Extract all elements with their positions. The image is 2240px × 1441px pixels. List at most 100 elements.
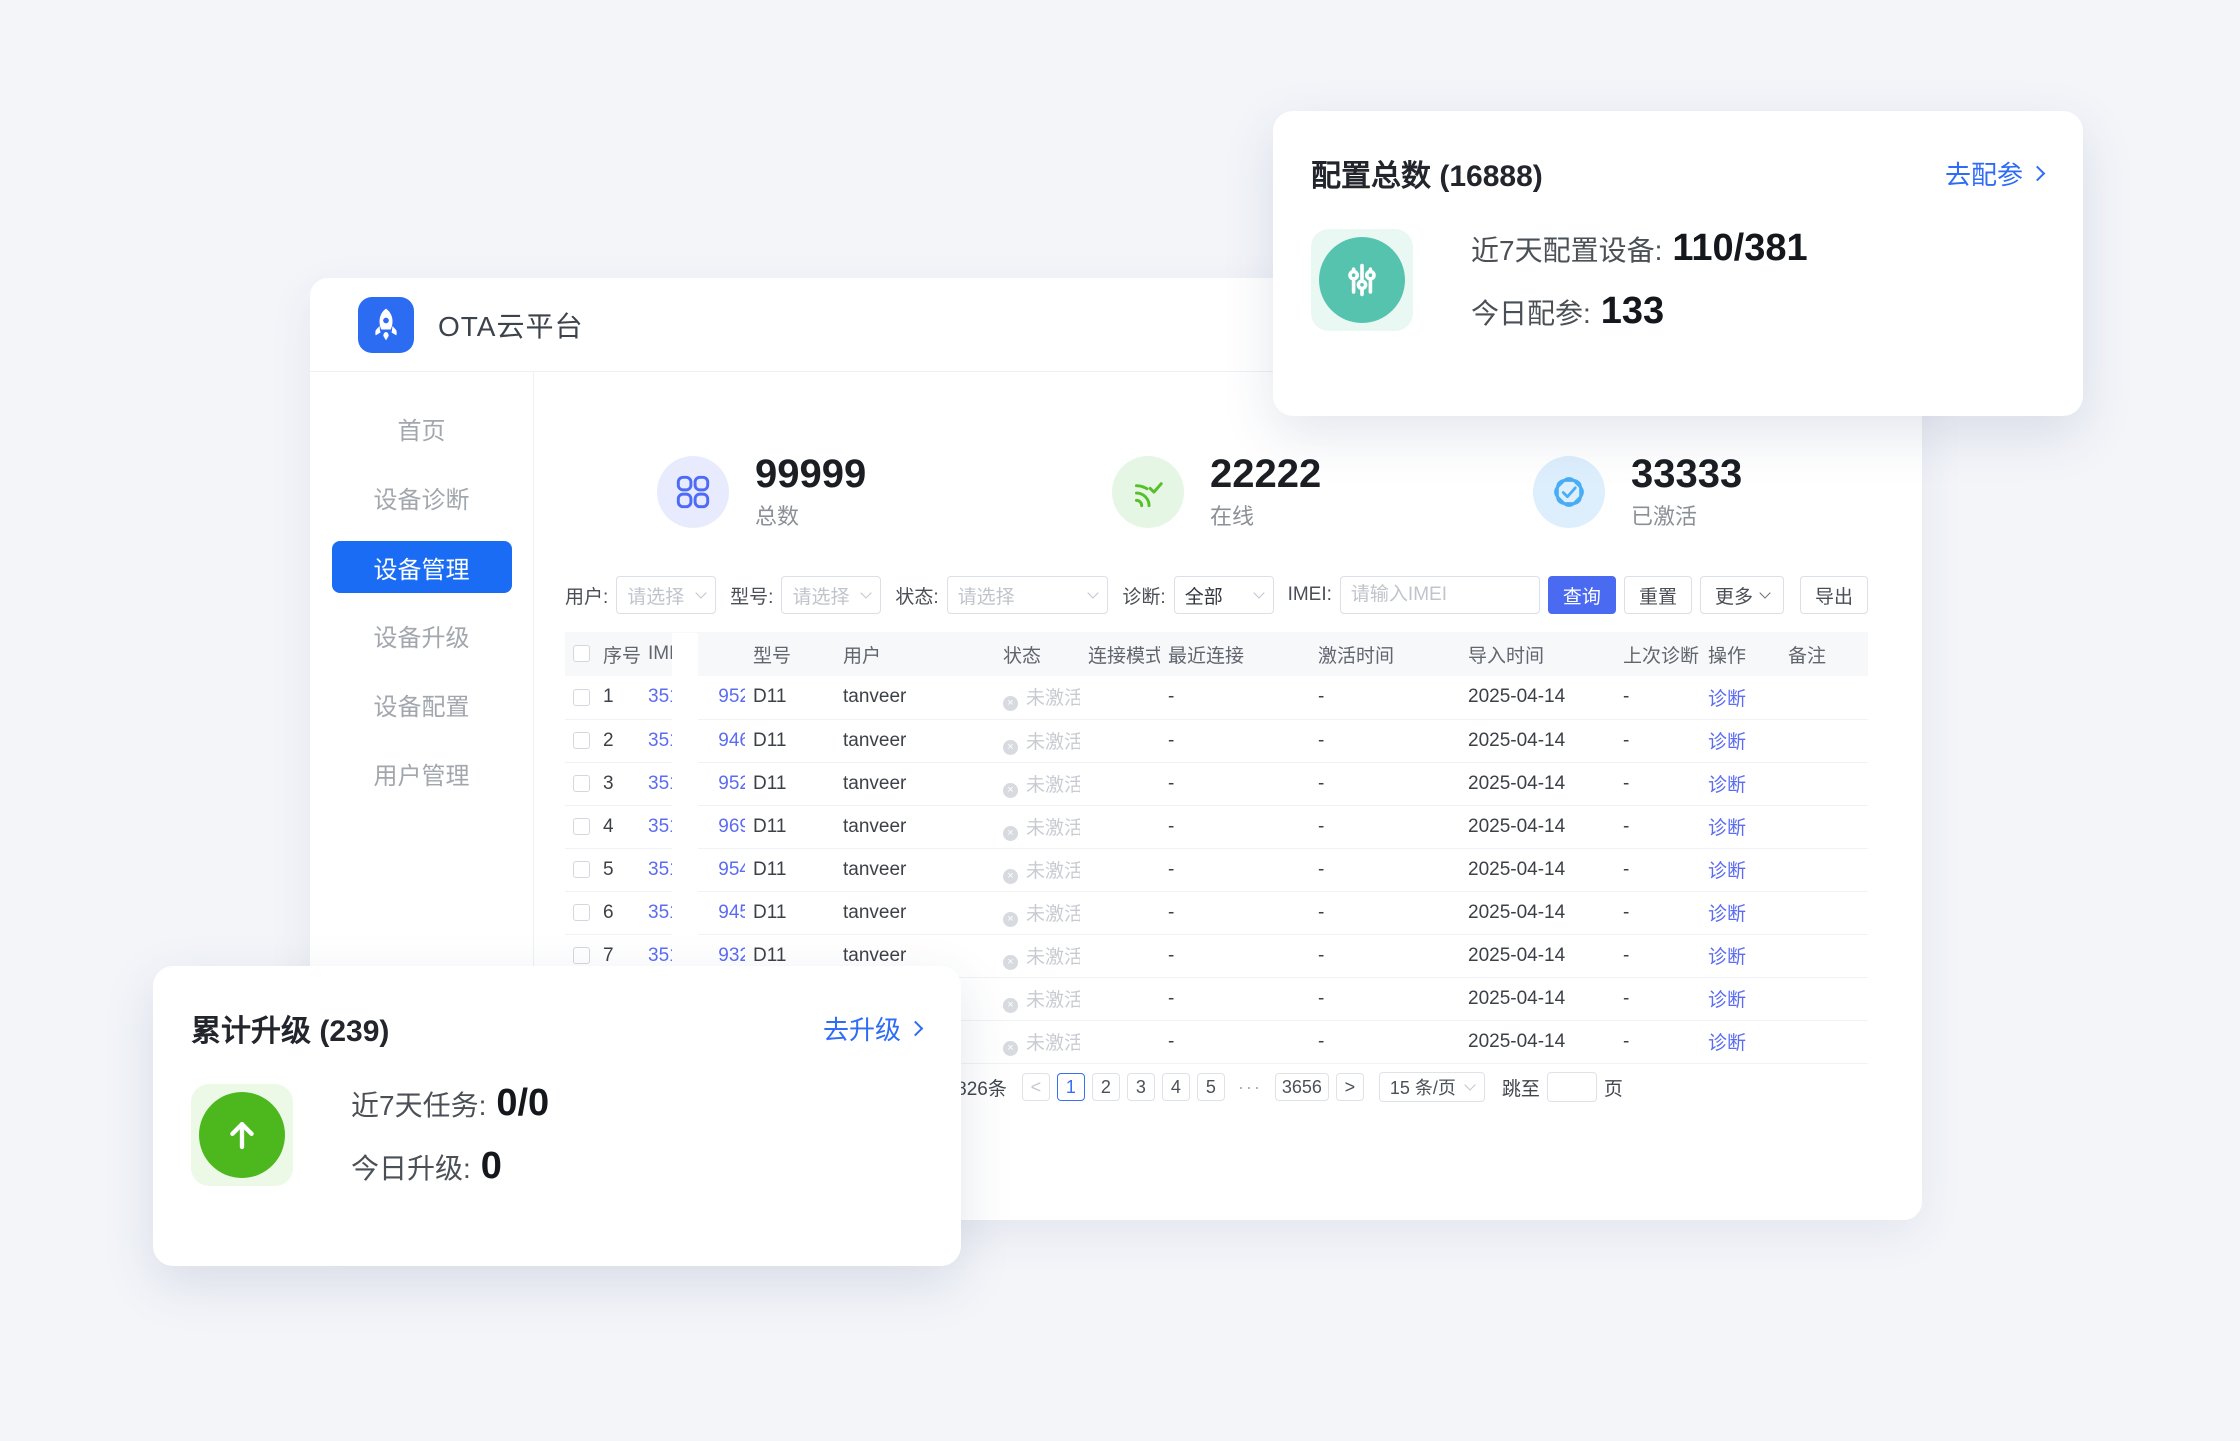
reset-button[interactable]: 重置 — [1624, 576, 1692, 614]
row-checkbox[interactable] — [573, 689, 590, 706]
inactive-dot-icon — [1003, 955, 1018, 970]
diagnosis-filter-label: 诊断: — [1122, 582, 1165, 609]
page-button-3[interactable]: 3 — [1127, 1073, 1155, 1101]
config-7day-value: 110/381 — [1672, 227, 1807, 270]
col-last-diag: 上次诊断 — [1615, 632, 1700, 676]
status-badge: 未激活 — [995, 1020, 1080, 1063]
sliders-icon — [1319, 237, 1405, 323]
sidebar-item-home[interactable]: 首页 — [310, 394, 533, 463]
diagnose-link[interactable]: 诊断 — [1708, 775, 1746, 796]
config-total-card: 配置总数 (16888) 去配参 近7天配置设备: 110/3 — [1273, 111, 2083, 416]
inactive-dot-icon — [1003, 783, 1018, 798]
user-select[interactable]: 请选择 — [616, 576, 716, 614]
status-badge: 未激活 — [995, 805, 1080, 848]
diagnosis-select[interactable]: 全部 — [1174, 576, 1274, 614]
row-checkbox[interactable] — [573, 947, 590, 964]
status-badge: 未激活 — [995, 977, 1080, 1020]
ellipsis-icon: ··· — [1232, 1073, 1268, 1101]
diagnose-link[interactable]: 诊断 — [1708, 732, 1746, 753]
app-grid-icon — [657, 456, 729, 528]
diagnose-link[interactable]: 诊断 — [1708, 947, 1746, 968]
inactive-dot-icon — [1003, 998, 1018, 1013]
chevron-down-icon — [695, 587, 706, 598]
col-status: 状态 — [995, 632, 1080, 676]
page-button-1[interactable]: 1 — [1057, 1073, 1085, 1101]
stat-online: 22222 在线 — [1112, 452, 1321, 531]
col-conn-mode: 连接模式 — [1080, 632, 1160, 676]
more-button[interactable]: 更多 — [1700, 576, 1784, 614]
jump-to-input[interactable] — [1547, 1072, 1597, 1102]
stat-online-value: 22222 — [1210, 452, 1321, 496]
table-header-row: 序号 IMEI 型号 用户 状态 连接模式 最近连接 激活时间 导入时间 上次诊… — [565, 632, 1868, 676]
page-button-3656[interactable]: 3656 — [1275, 1073, 1329, 1101]
jump-to-label: 跳至 — [1502, 1074, 1540, 1101]
col-remark: 备注 — [1780, 632, 1868, 676]
chevron-right-icon — [908, 1021, 924, 1037]
inactive-dot-icon — [1003, 826, 1018, 841]
sidebar-item-device-upgrade[interactable]: 设备升级 — [310, 601, 533, 670]
stat-total-value: 99999 — [755, 452, 866, 496]
status-badge: 未激活 — [995, 934, 1080, 977]
imei-link[interactable]: 9453... — [718, 902, 745, 923]
row-checkbox[interactable] — [573, 818, 590, 835]
export-button[interactable]: 导出 — [1800, 576, 1868, 614]
stat-activated-value: 33333 — [1631, 452, 1742, 496]
go-upgrade-link[interactable]: 去升级 — [823, 1010, 921, 1047]
imei-link[interactable]: 9694... — [718, 816, 745, 837]
row-checkbox[interactable] — [573, 861, 590, 878]
imei-input[interactable] — [1340, 576, 1540, 614]
table-row: 135199526...D11tanveer未激活--2025-04-14-诊断 — [565, 676, 1868, 719]
rocket-icon — [366, 305, 406, 345]
diagnose-link[interactable]: 诊断 — [1708, 861, 1746, 882]
imei-link[interactable]: 9546... — [718, 859, 745, 880]
col-seq: 序号 — [595, 632, 640, 676]
page-unit-label: 页 — [1604, 1074, 1623, 1101]
chevron-down-icon — [1759, 587, 1770, 598]
select-all-checkbox[interactable] — [573, 645, 590, 662]
diagnose-link[interactable]: 诊断 — [1708, 990, 1746, 1011]
pagination: 共54826条 < 1 2 3 4 5 ··· 3656 > 15 条/页 跳至… — [916, 1072, 1623, 1102]
status-badge: 未激活 — [995, 848, 1080, 891]
sliders-icon-tile — [1311, 229, 1413, 331]
next-page-button[interactable]: > — [1336, 1073, 1364, 1101]
upgrade-today-label: 今日升级: — [351, 1147, 471, 1187]
row-checkbox[interactable] — [573, 775, 590, 792]
chevron-right-icon — [2030, 166, 2046, 182]
signal-check-icon — [1112, 456, 1184, 528]
imei-link[interactable]: 9526... — [718, 686, 745, 707]
status-badge: 未激活 — [995, 891, 1080, 934]
page-button-2[interactable]: 2 — [1092, 1073, 1120, 1101]
sidebar-item-device-config[interactable]: 设备配置 — [310, 670, 533, 739]
diagnose-link[interactable]: 诊断 — [1708, 689, 1746, 710]
go-configure-link[interactable]: 去配参 — [1945, 155, 2043, 192]
prev-page-button[interactable]: < — [1022, 1073, 1050, 1101]
search-button[interactable]: 查询 — [1548, 576, 1616, 614]
page-button-5[interactable]: 5 — [1197, 1073, 1225, 1101]
table-row: 635199453...D11tanveer未激活--2025-04-14-诊断 — [565, 891, 1868, 934]
sidebar-item-user-management[interactable]: 用户管理 — [310, 739, 533, 808]
imei-link[interactable]: 9464... — [718, 730, 745, 751]
diagnose-link[interactable]: 诊断 — [1708, 818, 1746, 839]
chevron-down-icon — [1464, 1079, 1475, 1090]
arrow-up-icon — [199, 1092, 285, 1178]
inactive-dot-icon — [1003, 869, 1018, 884]
status-select[interactable]: 请选择 — [947, 576, 1109, 614]
stat-total-label: 总数 — [755, 499, 866, 531]
app-title: OTA云平台 — [438, 305, 583, 345]
config-card-title: 配置总数 (16888) — [1311, 151, 1543, 195]
table-row: 535199546...D11tanveer未激活--2025-04-14-诊断 — [565, 848, 1868, 891]
sidebar-item-device-diagnosis[interactable]: 设备诊断 — [310, 463, 533, 532]
col-action: 操作 — [1700, 632, 1780, 676]
row-checkbox[interactable] — [573, 732, 590, 749]
sidebar-item-device-management[interactable]: 设备管理 — [332, 541, 512, 593]
page-button-4[interactable]: 4 — [1162, 1073, 1190, 1101]
model-select[interactable]: 请选择 — [781, 576, 881, 614]
imei-link[interactable]: 9521... — [718, 773, 745, 794]
status-badge: 未激活 — [995, 719, 1080, 762]
page-size-select[interactable]: 15 条/页 — [1379, 1072, 1485, 1102]
row-checkbox[interactable] — [573, 904, 590, 921]
imei-link[interactable]: 9329... — [718, 945, 745, 966]
diagnose-link[interactable]: 诊断 — [1708, 1033, 1746, 1054]
status-badge: 未激活 — [995, 676, 1080, 719]
diagnose-link[interactable]: 诊断 — [1708, 904, 1746, 925]
